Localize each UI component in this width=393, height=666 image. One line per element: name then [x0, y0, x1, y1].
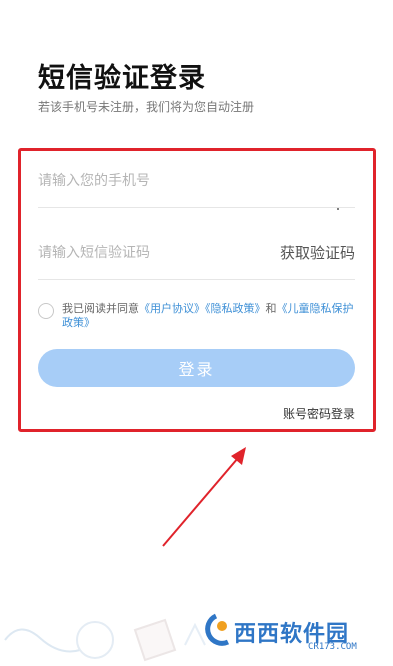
- watermark: 西西软件园 CR173.COM: [198, 612, 388, 656]
- agreement-radio[interactable]: [38, 303, 54, 319]
- privacy-policy-link[interactable]: 《隐私政策》: [205, 302, 266, 315]
- agreement-row: 我已阅读并同意《用户协议》《隐私政策》和《儿童隐私保护政策》: [38, 300, 355, 336]
- sms-code-input[interactable]: [38, 238, 258, 268]
- password-login-link[interactable]: 账号密码登录: [283, 405, 355, 422]
- page-subtitle: 若该手机号未注册，我们将为您自动注册: [38, 100, 255, 114]
- login-page: 短信验证登录 若该手机号未注册，我们将为您自动注册 获取验证码 我已阅读并同意《…: [0, 0, 393, 666]
- agreement-prefix: 我已阅读并同意: [62, 302, 139, 315]
- code-field: 获取验证码: [38, 224, 355, 280]
- agreement-text: 我已阅读并同意《用户协议》《隐私政策》和《儿童隐私保护政策》: [62, 302, 362, 330]
- dot-mark: [337, 208, 339, 210]
- user-agreement-link[interactable]: 《用户协议》: [139, 302, 205, 315]
- page-title: 短信验证登录: [38, 63, 206, 94]
- get-code-button[interactable]: 获取验证码: [280, 242, 355, 263]
- agreement-and: 和: [265, 302, 277, 315]
- login-button[interactable]: 登录: [38, 349, 355, 387]
- phone-input[interactable]: [38, 166, 258, 196]
- phone-field: [38, 152, 355, 208]
- watermark-logo-icon: [205, 613, 230, 646]
- watermark-sub-text: CR173.COM: [308, 642, 357, 652]
